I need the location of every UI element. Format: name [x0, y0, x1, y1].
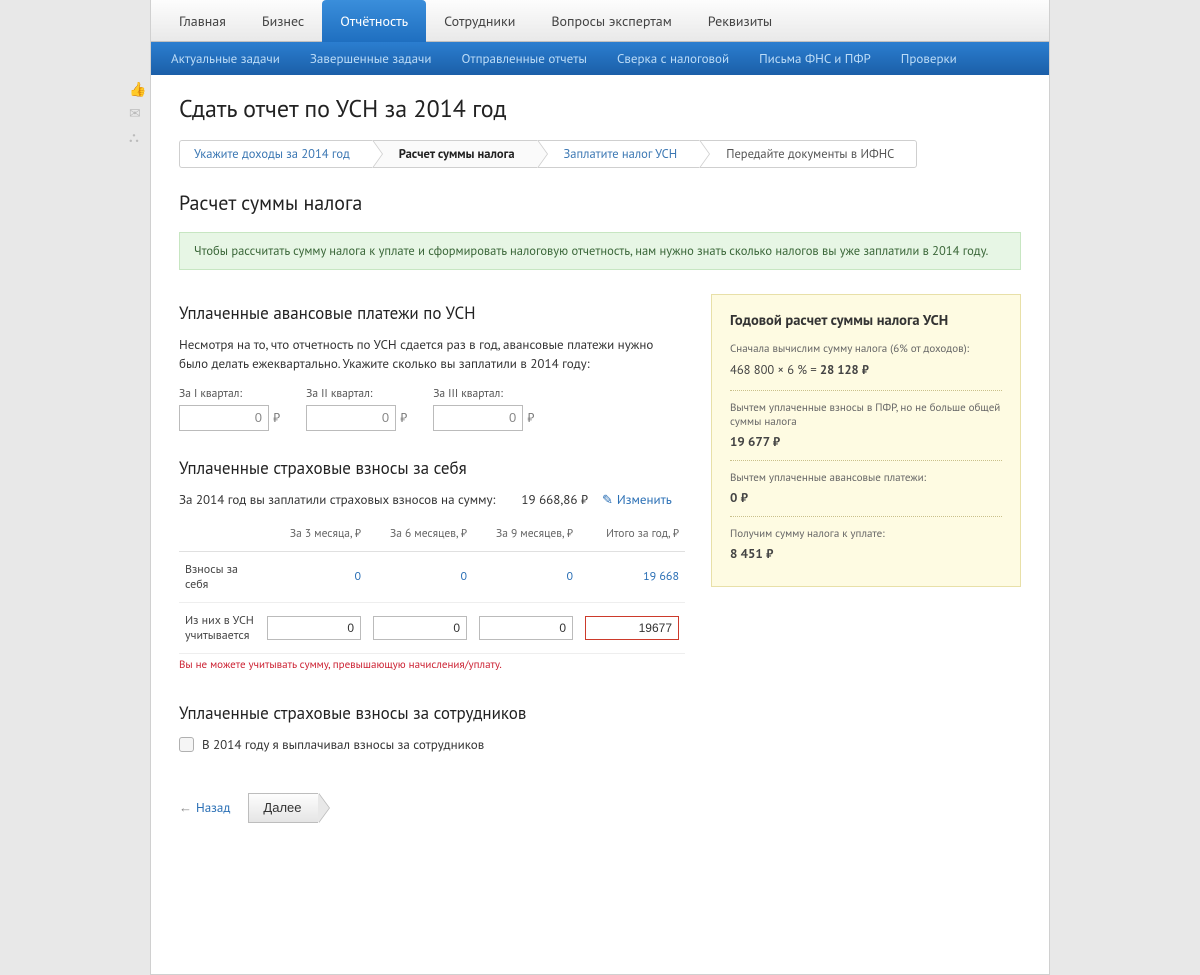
row-self: Взносы за себя 0 0 0 19 668	[179, 551, 685, 602]
adv-q1-label: За I квартал:	[179, 386, 280, 401]
ins-paid-amount: 19 668,86 ₽	[521, 491, 588, 508]
summary-l2: Вычтем уплаченные взносы в ПФР, но не бо…	[730, 401, 1002, 429]
subnav-letters[interactable]: Письма ФНС и ПФР	[759, 50, 871, 67]
adv-q2-label: За II квартал:	[306, 386, 407, 401]
tab-business[interactable]: Бизнес	[244, 0, 322, 41]
sub-nav: Актуальные задачи Завершенные задачи Отп…	[151, 42, 1049, 75]
tab-experts[interactable]: Вопросы экспертам	[533, 0, 689, 41]
wizard-step-calc[interactable]: Расчет суммы налога	[372, 140, 537, 168]
th-blank	[179, 522, 261, 552]
adv-q3-label: За III квартал:	[433, 386, 534, 401]
summary-l4: Получим сумму налога к уплате:	[730, 527, 1002, 541]
ruble-icon: ₽	[400, 409, 407, 426]
subnav-reconcile[interactable]: Сверка с налоговой	[617, 50, 729, 67]
summary-l3: Вычтем уплаченные авансовые платежи:	[730, 471, 1002, 485]
wizard: Укажите доходы за 2014 год Расчет суммы …	[179, 140, 1021, 168]
ruble-icon: ₽	[527, 409, 534, 426]
info-alert: Чтобы рассчитать сумму налога к уплате и…	[179, 232, 1021, 270]
summary-title: Годовой расчет суммы налога УСН	[730, 311, 1002, 330]
emp-checkbox[interactable]	[179, 737, 194, 752]
self-3m[interactable]: 0	[354, 569, 361, 584]
advances-title: Уплаченные авансовые платежи по УСН	[179, 302, 685, 324]
page-title: Сдать отчет по УСН за 2014 год	[179, 93, 1021, 124]
usn-year-input[interactable]	[585, 616, 679, 640]
ins-self-title: Уплаченные страховые взносы за себя	[179, 457, 685, 479]
ruble-icon: ₽	[273, 409, 280, 426]
summary-v4: 8 451 ₽	[730, 545, 1002, 562]
tab-reporting[interactable]: Отчётность	[322, 0, 426, 42]
formula-result: 28 128 ₽	[820, 362, 869, 378]
th-6m: За 6 месяцев, ₽	[367, 522, 473, 552]
adv-q2-input[interactable]	[306, 405, 396, 431]
next-button[interactable]: Далее	[248, 793, 317, 823]
tab-main[interactable]: Главная	[161, 0, 244, 41]
self-year[interactable]: 19 668	[643, 569, 679, 584]
summary-l1: Сначала вычислим сумму налога (6% от дох…	[730, 342, 1002, 356]
self-6m[interactable]: 0	[460, 569, 467, 584]
insurance-table: За 3 месяца, ₽ За 6 месяцев, ₽ За 9 меся…	[179, 522, 685, 654]
row-self-label: Взносы за себя	[179, 551, 261, 602]
back-link[interactable]: ←Назад	[179, 799, 230, 816]
tab-employees[interactable]: Сотрудники	[426, 0, 533, 41]
edit-label: Изменить	[617, 491, 672, 508]
subnav-completed[interactable]: Завершенные задачи	[310, 50, 432, 67]
formula-left: 468 800 × 6 % =	[730, 362, 820, 378]
usn-6m-input[interactable]	[373, 616, 467, 640]
th-3m: За 3 месяца, ₽	[261, 522, 367, 552]
arrow-left-icon: ←	[179, 799, 192, 816]
subnav-checks[interactable]: Проверки	[901, 50, 957, 67]
usn-9m-input[interactable]	[479, 616, 573, 640]
error-message: Вы не можете учитывать сумму, превышающу…	[179, 658, 685, 672]
wizard-step-income[interactable]: Укажите доходы за 2014 год	[179, 140, 372, 168]
wizard-step-pay[interactable]: Заплатите налог УСН	[537, 140, 700, 168]
summary-formula: 468 800 × 6 % = 28 128 ₽	[730, 362, 1002, 378]
adv-q3-input[interactable]	[433, 405, 523, 431]
top-tabs: Главная Бизнес Отчётность Сотрудники Воп…	[151, 0, 1049, 42]
row-usn: Из них в УСН учитывается fx fx fx ↶	[179, 602, 685, 653]
row-usn-label: Из них в УСН учитывается	[179, 602, 261, 653]
th-year: Итого за год, ₽	[579, 522, 685, 552]
adv-q1-input[interactable]	[179, 405, 269, 431]
thumbs-up-icon[interactable]: 👍	[129, 80, 146, 98]
edit-link[interactable]: ✎ Изменить	[602, 491, 672, 508]
summary-v3: 0 ₽	[730, 489, 1002, 506]
pencil-icon: ✎	[602, 491, 613, 508]
th-9m: За 9 месяцев, ₽	[473, 522, 579, 552]
emp-checkbox-label: В 2014 году я выплачивал взносы за сотру…	[202, 736, 484, 753]
usn-3m-input[interactable]	[267, 616, 361, 640]
section-title: Расчет суммы налога	[179, 190, 1021, 216]
ins-paid-label: За 2014 год вы заплатили страховых взнос…	[179, 491, 495, 508]
advances-row: За I квартал: ₽ За II квартал: ₽ За III …	[179, 386, 685, 431]
subnav-sent[interactable]: Отправленные отчеты	[462, 50, 588, 67]
ins-emp-title: Уплаченные страховые взносы за сотрудник…	[179, 702, 685, 724]
wizard-step-submit[interactable]: Передайте документы в ИФНС	[699, 140, 917, 168]
back-label: Назад	[196, 799, 230, 816]
mail-icon[interactable]: ✉	[129, 104, 146, 122]
share-icon[interactable]: ⛬	[129, 128, 146, 146]
subnav-actual[interactable]: Актуальные задачи	[171, 50, 280, 67]
self-9m[interactable]: 0	[566, 569, 573, 584]
advances-para: Несмотря на то, что отчетность по УСН сд…	[179, 336, 685, 374]
tab-requisites[interactable]: Реквизиты	[690, 0, 790, 41]
summary-box: Годовой расчет суммы налога УСН Сначала …	[711, 294, 1021, 587]
summary-v2: 19 677 ₽	[730, 433, 1002, 450]
